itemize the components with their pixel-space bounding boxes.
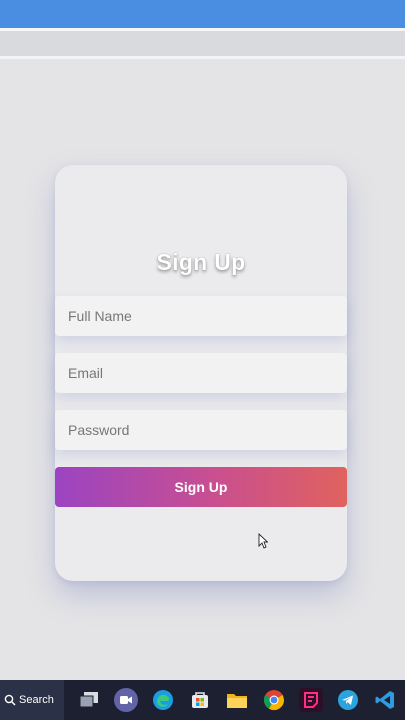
- sign-up-button[interactable]: Sign Up: [55, 467, 347, 507]
- email-field-wrapper: [55, 353, 347, 393]
- taskbar: Search: [0, 680, 405, 720]
- telegram-icon[interactable]: [336, 688, 360, 712]
- full-name-input[interactable]: [68, 296, 347, 336]
- teams-meet-icon[interactable]: [114, 688, 138, 712]
- browser-toolbar: [0, 31, 405, 56]
- taskbar-search-label: Search: [19, 694, 54, 706]
- browser-title-bar: [0, 0, 405, 28]
- search-icon: [4, 694, 16, 706]
- microsoft-store-icon[interactable]: [188, 688, 212, 712]
- signup-title: Sign Up: [156, 249, 246, 275]
- edge-browser-icon[interactable]: [151, 688, 175, 712]
- full-name-field-wrapper: [55, 296, 347, 336]
- password-field-wrapper: [55, 410, 347, 450]
- task-view-icon[interactable]: [77, 688, 101, 712]
- mouse-cursor-icon: [258, 533, 268, 549]
- password-input[interactable]: [68, 410, 347, 450]
- chrome-icon[interactable]: [262, 688, 286, 712]
- streaming-app-icon[interactable]: [299, 688, 323, 712]
- vscode-icon[interactable]: [373, 688, 397, 712]
- browser-divider: [0, 56, 405, 59]
- file-explorer-icon[interactable]: [225, 688, 249, 712]
- signup-card: Sign Up Sign Up: [55, 165, 347, 581]
- email-input[interactable]: [68, 353, 347, 393]
- taskbar-search-button[interactable]: Search: [0, 680, 64, 720]
